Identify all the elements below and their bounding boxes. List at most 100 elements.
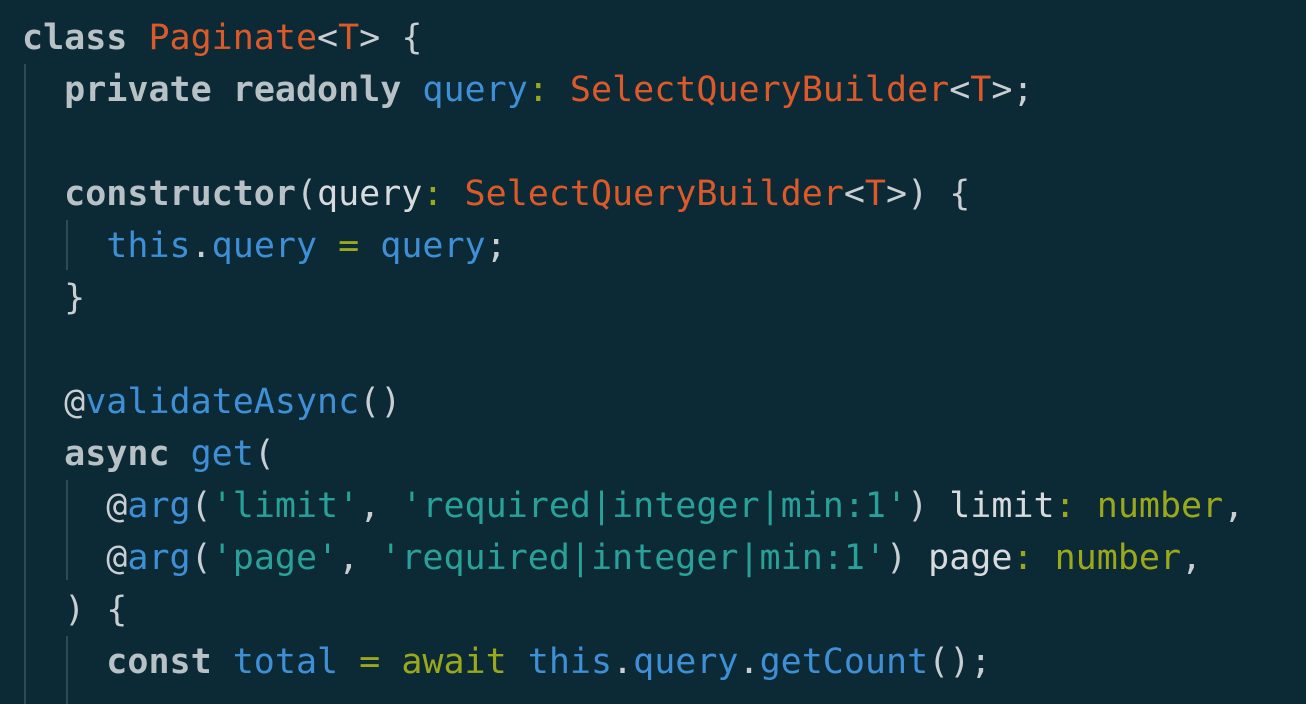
code-line: async get( [22, 428, 1244, 480]
code-token: async [64, 434, 170, 474]
code-token: number [1096, 486, 1224, 526]
code-token: } [64, 278, 86, 318]
code-token: ( [253, 434, 275, 474]
code-token: >) { [886, 174, 971, 214]
code-token: T [864, 174, 886, 214]
code-token: query [422, 70, 528, 110]
code-token: constructor [64, 174, 296, 214]
code-token: private [64, 70, 212, 110]
code-token: . [190, 226, 212, 266]
code-line: @arg('page', 'required|integer|min:1') p… [22, 532, 1244, 584]
code-token: SelectQueryBuilder [569, 70, 950, 110]
code-token: () [359, 382, 402, 422]
code-token: class [22, 18, 128, 58]
code-token: page [928, 538, 1013, 578]
code-token: ( [190, 486, 212, 526]
code-token: Paginate [148, 18, 318, 58]
code-line: this.query = query; [22, 220, 1244, 272]
code-token: ) [907, 486, 950, 526]
code-token: < [949, 70, 971, 110]
code-token: , [359, 486, 402, 526]
code-token: >; [991, 70, 1034, 110]
code-editor[interactable]: class Paginate<T> { private readonly que… [0, 0, 1306, 704]
code-token: , [1181, 538, 1203, 578]
code-line: private readonly query: SelectQueryBuild… [22, 64, 1244, 116]
code-content[interactable]: class Paginate<T> { private readonly que… [22, 12, 1244, 688]
code-token: : [1012, 538, 1055, 578]
code-token: await [401, 642, 507, 682]
code-token: query [633, 642, 739, 682]
code-token: total [232, 642, 339, 682]
code-token: ) { [64, 590, 128, 630]
code-token: this [106, 226, 191, 266]
code-token: = [338, 642, 402, 682]
code-token: ; [485, 226, 507, 266]
code-token: ) [886, 538, 929, 578]
code-token: @ [64, 382, 86, 422]
code-token: get [190, 434, 254, 474]
code-token: 'required|integer|min:1' [380, 538, 886, 578]
code-token: ( [295, 174, 318, 214]
code-token: query [211, 226, 318, 266]
code-token: ( [190, 538, 212, 578]
code-token: = [317, 226, 381, 266]
code-token: , [1223, 486, 1245, 526]
code-token: getCount [759, 642, 929, 682]
code-token: : [527, 70, 570, 110]
code-token: readonly [232, 70, 402, 110]
code-token: query [380, 226, 486, 266]
code-token: (); [928, 642, 992, 682]
code-line: constructor(query: SelectQueryBuilder<T>… [22, 168, 1244, 220]
code-token: < [317, 18, 339, 58]
code-token: @ [106, 538, 128, 578]
code-token: : [422, 174, 465, 214]
code-token: validateAsync [85, 382, 360, 422]
code-token: . [612, 642, 634, 682]
code-line: class Paginate<T> { [22, 12, 1244, 64]
code-token: : [1054, 486, 1097, 526]
code-token: SelectQueryBuilder [464, 174, 844, 214]
code-token: > { [359, 18, 423, 58]
code-token: arg [127, 538, 191, 578]
code-line: } [22, 272, 1244, 324]
code-token: T [970, 70, 992, 110]
code-token: const [106, 642, 212, 682]
code-token: 'limit' [211, 486, 360, 526]
code-line: @arg('limit', 'required|integer|min:1') … [22, 480, 1244, 532]
code-token: this [527, 642, 613, 682]
code-line [22, 324, 1244, 376]
code-token: T [338, 18, 360, 58]
code-line: ) { [22, 584, 1244, 636]
code-token: number [1054, 538, 1182, 578]
code-token: , [338, 538, 381, 578]
code-token: arg [127, 486, 191, 526]
code-line: const total = await this.query.getCount(… [22, 636, 1244, 688]
code-token: 'page' [211, 538, 339, 578]
code-token: 'required|integer|min:1' [401, 486, 908, 526]
code-token: @ [106, 486, 128, 526]
code-line [22, 116, 1244, 168]
code-token: < [843, 174, 865, 214]
code-token: . [738, 642, 760, 682]
code-token: query [317, 174, 423, 214]
code-line: @validateAsync() [22, 376, 1244, 428]
code-token: limit [949, 486, 1055, 526]
